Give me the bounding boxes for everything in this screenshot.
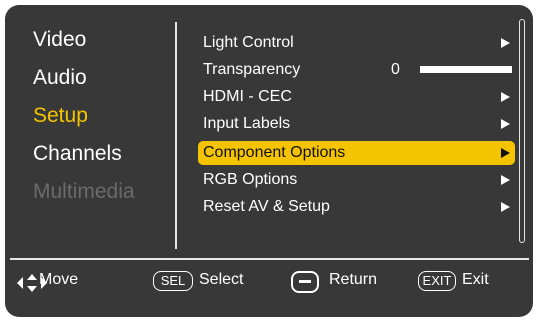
submenu-item-label: Transparency (203, 61, 301, 78)
submenu-item-transparency[interactable]: Transparency 0 (198, 58, 515, 82)
submenu-item-rgb-options[interactable]: RGB Options (198, 168, 515, 192)
osd-menu: Video Audio Setup Channels Multimedia Li… (5, 5, 533, 317)
submenu-item-label: Light Control (203, 34, 294, 51)
arrow-right-icon (501, 202, 510, 212)
submenu-item-light-control[interactable]: Light Control (198, 31, 515, 55)
submenu-item-label: Input Labels (203, 115, 291, 132)
submenu-scrollbar[interactable] (519, 19, 525, 243)
main-menu-item-video[interactable]: Video (33, 28, 86, 52)
submenu-item-label: Component Options (203, 144, 346, 161)
return-key-icon (291, 271, 319, 293)
arrow-right-icon (501, 148, 510, 158)
transparency-value: 0 (391, 61, 400, 78)
submenu-item-label: HDMI - CEC (203, 88, 292, 105)
horizontal-divider (10, 258, 529, 260)
exit-hint: Exit (462, 271, 489, 288)
submenu-item-hdmi-cec[interactable]: HDMI - CEC (198, 85, 515, 109)
exit-key-icon: EXIT (418, 271, 456, 291)
submenu-item-input-labels[interactable]: Input Labels (198, 112, 515, 136)
main-menu-item-setup[interactable]: Setup (33, 104, 88, 128)
select-hint: Select (199, 271, 244, 288)
main-menu-item-multimedia: Multimedia (33, 180, 135, 203)
move-hint: Move (39, 271, 79, 288)
submenu-item-label: RGB Options (203, 171, 298, 188)
main-menu-item-channels[interactable]: Channels (33, 142, 122, 166)
arrow-right-icon (501, 119, 510, 129)
arrow-right-icon (501, 92, 510, 102)
arrow-right-icon (501, 38, 510, 48)
main-menu-item-audio[interactable]: Audio (33, 66, 87, 90)
sel-key-icon: SEL (153, 271, 193, 291)
vertical-divider (175, 22, 177, 249)
arrow-right-icon (501, 175, 510, 185)
submenu-item-component-options[interactable]: Component Options (198, 141, 515, 165)
submenu-item-reset-av-setup[interactable]: Reset AV & Setup (198, 195, 515, 219)
submenu-item-label: Reset AV & Setup (203, 198, 330, 215)
return-hint: Return (329, 271, 378, 288)
transparency-slider[interactable] (420, 66, 512, 73)
